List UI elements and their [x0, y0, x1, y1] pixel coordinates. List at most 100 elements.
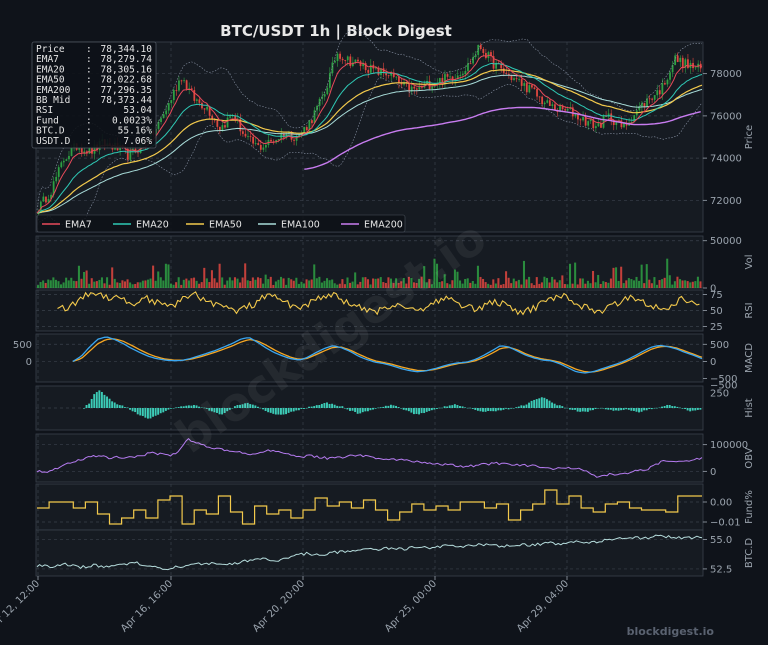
ytick-label-fund-0: −0.01 — [710, 518, 741, 529]
volume-bar — [72, 280, 75, 288]
hist-bar — [615, 408, 617, 411]
hist-bar — [305, 408, 308, 409]
volume-bar — [62, 282, 65, 288]
ylabel-hist: Hist — [744, 398, 755, 418]
hist-bar — [678, 407, 681, 409]
candle-body — [229, 116, 232, 118]
hist-bar — [479, 408, 482, 412]
hist-bar — [149, 408, 152, 419]
volume-bar — [287, 277, 290, 288]
candle-body — [254, 143, 257, 144]
candle-body — [247, 136, 249, 138]
volume-bar — [632, 280, 635, 288]
volume-bar — [118, 282, 121, 288]
volume-bar — [333, 283, 336, 288]
hist-bar — [673, 406, 676, 408]
hist-bar — [103, 394, 106, 408]
volume-bar — [597, 274, 600, 288]
hist-bar — [98, 390, 101, 408]
candle-body — [449, 76, 451, 78]
hist-bar — [512, 408, 515, 409]
volume-bar — [466, 278, 469, 288]
volume-bar — [563, 284, 566, 288]
candle-body — [165, 110, 168, 115]
volume-bar — [604, 282, 607, 288]
candle-body — [525, 83, 528, 93]
hist-bar — [139, 408, 142, 416]
volume-bar — [70, 277, 73, 288]
volume-bar — [264, 274, 267, 288]
volume-bar — [343, 284, 346, 288]
hist-bar — [528, 402, 530, 408]
hist-bar — [517, 406, 520, 408]
hist-bar — [691, 408, 694, 411]
hist-bar — [436, 408, 438, 409]
volume-bar — [187, 280, 190, 288]
volume-bar — [111, 267, 114, 288]
volume-bar — [241, 277, 244, 288]
chart-root: BTC/USDT 1h | Block Digest blockdigest.i… — [0, 0, 768, 645]
hist-bar — [507, 408, 510, 410]
hist-bar — [530, 400, 533, 408]
hist-bar — [438, 407, 441, 409]
hist-bar — [131, 408, 134, 412]
volume-bar — [681, 280, 684, 288]
volume-bar — [655, 284, 659, 288]
volume-bar — [469, 282, 472, 288]
legend-label-EMA7: EMA7 — [65, 220, 92, 231]
candle-body — [160, 118, 162, 122]
volume-bar — [691, 281, 694, 288]
volume-bar — [492, 279, 495, 288]
hist-bar — [494, 408, 497, 412]
hist-bar — [379, 407, 382, 408]
hist-bar — [464, 407, 467, 408]
volume-bar — [561, 275, 564, 288]
volume-bar — [269, 276, 272, 288]
hist-bar — [625, 408, 628, 410]
hist-bar — [387, 405, 390, 408]
candle-body — [339, 53, 341, 59]
candle-body — [226, 117, 229, 128]
hist-bar — [617, 408, 620, 411]
volume-bar — [571, 283, 574, 288]
hist-bar — [632, 408, 635, 411]
candle-body — [408, 83, 411, 92]
candle-body — [513, 78, 515, 81]
volume-bar — [696, 276, 699, 288]
hist-bar — [666, 404, 669, 408]
volume-bar — [134, 283, 137, 288]
volume-bar — [42, 280, 45, 288]
volume-bar — [272, 284, 275, 288]
volume-bar — [584, 283, 587, 288]
hist-bar — [643, 408, 646, 411]
xtick-label-1: Apr 16, 16:00 — [119, 578, 175, 634]
candle-body — [687, 59, 689, 68]
volume-bar — [57, 281, 60, 288]
candle-body — [137, 152, 139, 154]
candle-body — [477, 44, 480, 55]
hist-bar — [320, 403, 323, 408]
candle-body — [162, 114, 165, 119]
candle-body — [257, 143, 260, 145]
volume-bar — [108, 284, 111, 288]
hist-bar — [369, 408, 372, 411]
volume-bar — [218, 263, 221, 288]
hist-bar — [346, 408, 349, 410]
ytick-label-btcd-0: 52.5 — [710, 564, 732, 575]
candle-body — [70, 147, 73, 156]
hist-bar — [471, 408, 474, 409]
volume-bar — [113, 278, 116, 288]
volume-bar — [236, 278, 239, 288]
hist-bar — [395, 405, 397, 408]
hist-bar — [356, 408, 359, 414]
info-value-9: 7.06% — [123, 136, 152, 147]
hist-bar — [699, 408, 702, 410]
volume-bar — [292, 280, 295, 288]
hist-bar — [433, 408, 436, 410]
info-label-9: USDT.D — [36, 136, 71, 147]
volume-bar — [566, 284, 569, 288]
hist-bar — [300, 408, 303, 409]
hist-bar — [172, 408, 175, 409]
candle-body — [249, 136, 252, 138]
brand-label: blockdigest.io — [627, 625, 715, 638]
